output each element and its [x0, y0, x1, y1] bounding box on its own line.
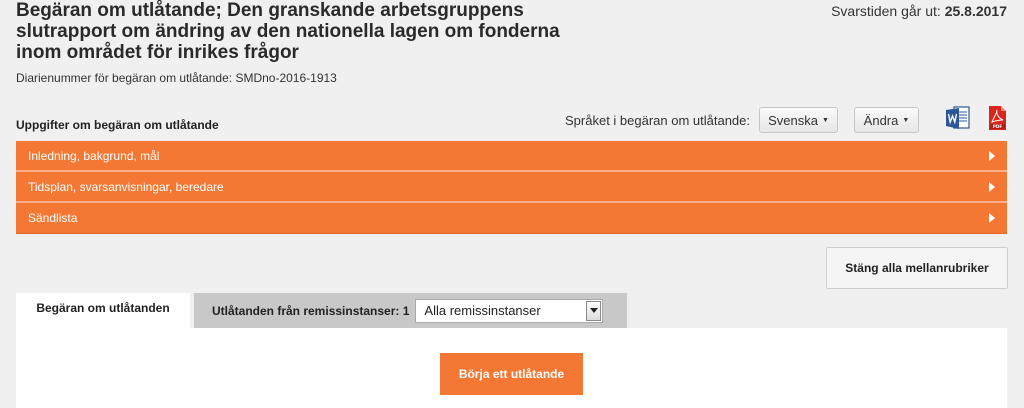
deadline-value: 25.8.2017 — [944, 3, 1007, 19]
accordion: Inledning, bakgrund, mål Tidsplan, svars… — [16, 141, 1007, 234]
svg-text:PDF: PDF — [993, 124, 1003, 129]
start-statement-button[interactable]: Börja ett utlåtande — [440, 353, 583, 395]
language-dropdown-button[interactable]: Svenska ▼ — [759, 107, 838, 133]
accordion-item-label: Tidsplan, svarsanvisningar, beredare — [28, 179, 224, 194]
respondent-select[interactable]: Alla remissinstanser — [415, 298, 604, 323]
accordion-item-sandlista[interactable]: Sändlista — [16, 203, 1007, 234]
respondent-select-value: Alla remissinstanser — [424, 303, 541, 318]
language-label: Språket i begäran om utlåtande: — [565, 113, 751, 128]
chevron-right-icon — [989, 150, 995, 161]
caret-down-icon: ▼ — [902, 116, 910, 124]
tab-statements-label: Utlåtanden från remissinstanser: 1 — [212, 303, 410, 318]
page-title: Begäran om utlåtande; Den granskande arb… — [16, 0, 560, 63]
diary-number: Diarienummer för begäran om utlåtande: S… — [16, 71, 337, 85]
edit-dropdown-button[interactable]: Ändra ▼ — [854, 107, 919, 133]
accordion-item-label: Inledning, bakgrund, mål — [28, 148, 160, 163]
chevron-right-icon — [989, 181, 995, 192]
word-icon[interactable] — [945, 105, 971, 131]
accordion-item-tidsplan[interactable]: Tidsplan, svarsanvisningar, beredare — [16, 172, 1007, 203]
accordion-item-inledning[interactable]: Inledning, bakgrund, mål — [16, 141, 1007, 172]
tab-statements[interactable]: Utlåtanden från remissinstanser: 1 Alla … — [194, 293, 627, 328]
edit-button-label: Ändra — [863, 112, 899, 128]
close-all-subheadings-button[interactable]: Stäng alla mellanrubriker — [826, 247, 1008, 289]
language-button-label: Svenska — [768, 112, 818, 128]
section-label: Uppgifter om begäran om utlåtande — [16, 118, 219, 132]
accordion-item-label: Sändlista — [28, 211, 78, 225]
caret-down-icon: ▼ — [821, 116, 829, 124]
tab-panel: Börja ett utlåtande — [16, 328, 1007, 408]
pdf-icon[interactable]: PDF — [984, 105, 1010, 131]
deadline: Svarstiden går ut: 25.8.2017 — [831, 3, 1007, 19]
chevron-right-icon — [989, 213, 995, 223]
tab-request[interactable]: Begäran om utlåtanden — [16, 293, 190, 329]
dropdown-arrow-icon[interactable] — [586, 300, 602, 321]
deadline-label: Svarstiden går ut: — [831, 3, 941, 19]
